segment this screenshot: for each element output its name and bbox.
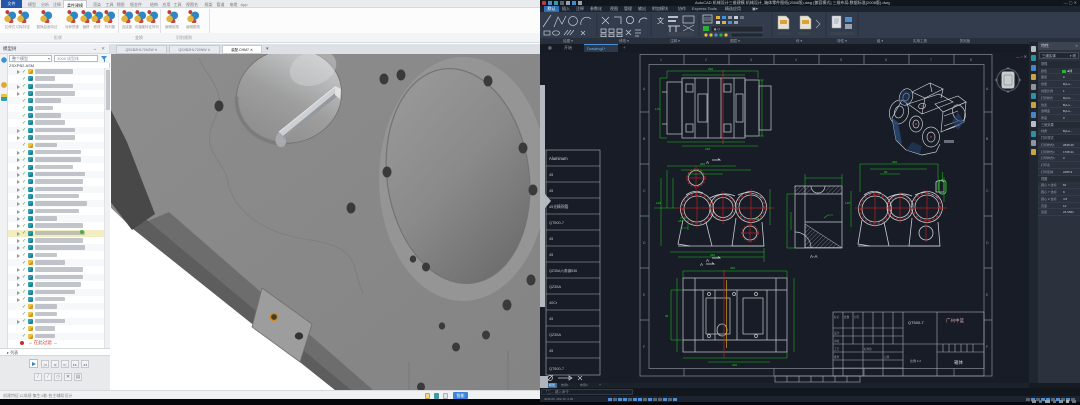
svg-text:170: 170 <box>655 107 660 111</box>
svg-text:审核: 审核 <box>834 339 840 343</box>
svg-text:广州中蓝: 广州中蓝 <box>946 317 964 324</box>
svg-text:45: 45 <box>549 253 553 257</box>
svg-text:266: 266 <box>700 162 705 166</box>
svg-text:标准化: 标准化 <box>864 347 872 351</box>
svg-text:45: 45 <box>549 189 553 193</box>
svg-text:266: 266 <box>708 67 713 71</box>
svg-text:— ▫ ✕: — ▫ ✕ <box>1016 54 1027 59</box>
svg-text:420: 420 <box>730 266 735 270</box>
svg-text:F: F <box>986 345 988 349</box>
svg-text:QZ35A: QZ35A <box>549 333 561 337</box>
svg-text:⌀62: ⌀62 <box>754 217 759 221</box>
svg-text:266: 266 <box>892 160 897 164</box>
svg-text:设计: 设计 <box>834 331 840 335</box>
svg-text:40Cr: 40Cr <box>549 301 558 305</box>
svg-text:A: A <box>706 160 709 165</box>
svg-text:2: 2 <box>705 58 707 62</box>
svg-text:128: 128 <box>845 201 850 205</box>
svg-text:分区: 分区 <box>854 315 860 319</box>
svg-text:⌀52: ⌀52 <box>678 219 683 223</box>
svg-text:1: 1 <box>660 58 662 62</box>
svg-text:箱体: 箱体 <box>954 359 963 366</box>
svg-text:QT500-7: QT500-7 <box>549 221 564 225</box>
svg-text:比例 1:2: 比例 1:2 <box>910 358 921 363</box>
svg-text:5: 5 <box>840 58 842 62</box>
svg-text:批准: 批准 <box>834 355 840 359</box>
svg-text:工艺: 工艺 <box>834 347 840 351</box>
svg-text:45光精铜管: 45光精铜管 <box>549 204 569 209</box>
svg-text:标记: 标记 <box>834 315 840 319</box>
svg-text:340: 340 <box>710 253 715 257</box>
svg-text:QT500-7: QT500-7 <box>908 320 925 325</box>
svg-text:128: 128 <box>656 201 661 205</box>
svg-text:日期: 日期 <box>884 355 890 359</box>
svg-text:A: A <box>700 262 703 267</box>
svg-text:96: 96 <box>884 170 888 174</box>
svg-text:文: 文 <box>657 16 664 25</box>
svg-text:45: 45 <box>549 237 553 241</box>
svg-text:■ 0: ■ 0 <box>714 27 721 32</box>
svg-text:3: 3 <box>750 58 752 62</box>
svg-text:4: 4 <box>795 58 797 62</box>
svg-text:处数: 处数 <box>844 315 850 319</box>
svg-text:QZ35A六角钢536: QZ35A六角钢536 <box>549 268 577 273</box>
svg-text:45: 45 <box>549 173 553 177</box>
svg-text:Aluminum: Aluminum <box>549 156 568 161</box>
svg-text:A-A: A-A <box>810 254 818 259</box>
svg-text:8: 8 <box>970 58 972 62</box>
svg-text:QT500-7: QT500-7 <box>549 367 564 371</box>
svg-text:F: F <box>643 345 645 349</box>
svg-text:6: 6 <box>885 58 887 62</box>
svg-text:45: 45 <box>549 349 553 353</box>
svg-text:A: A <box>706 258 709 263</box>
svg-text:QZ35A: QZ35A <box>549 285 561 289</box>
svg-text:45: 45 <box>549 317 553 321</box>
svg-text:7: 7 <box>930 58 932 62</box>
svg-text:340: 340 <box>732 363 737 367</box>
svg-text:96: 96 <box>665 314 669 318</box>
svg-text:218: 218 <box>705 147 710 151</box>
